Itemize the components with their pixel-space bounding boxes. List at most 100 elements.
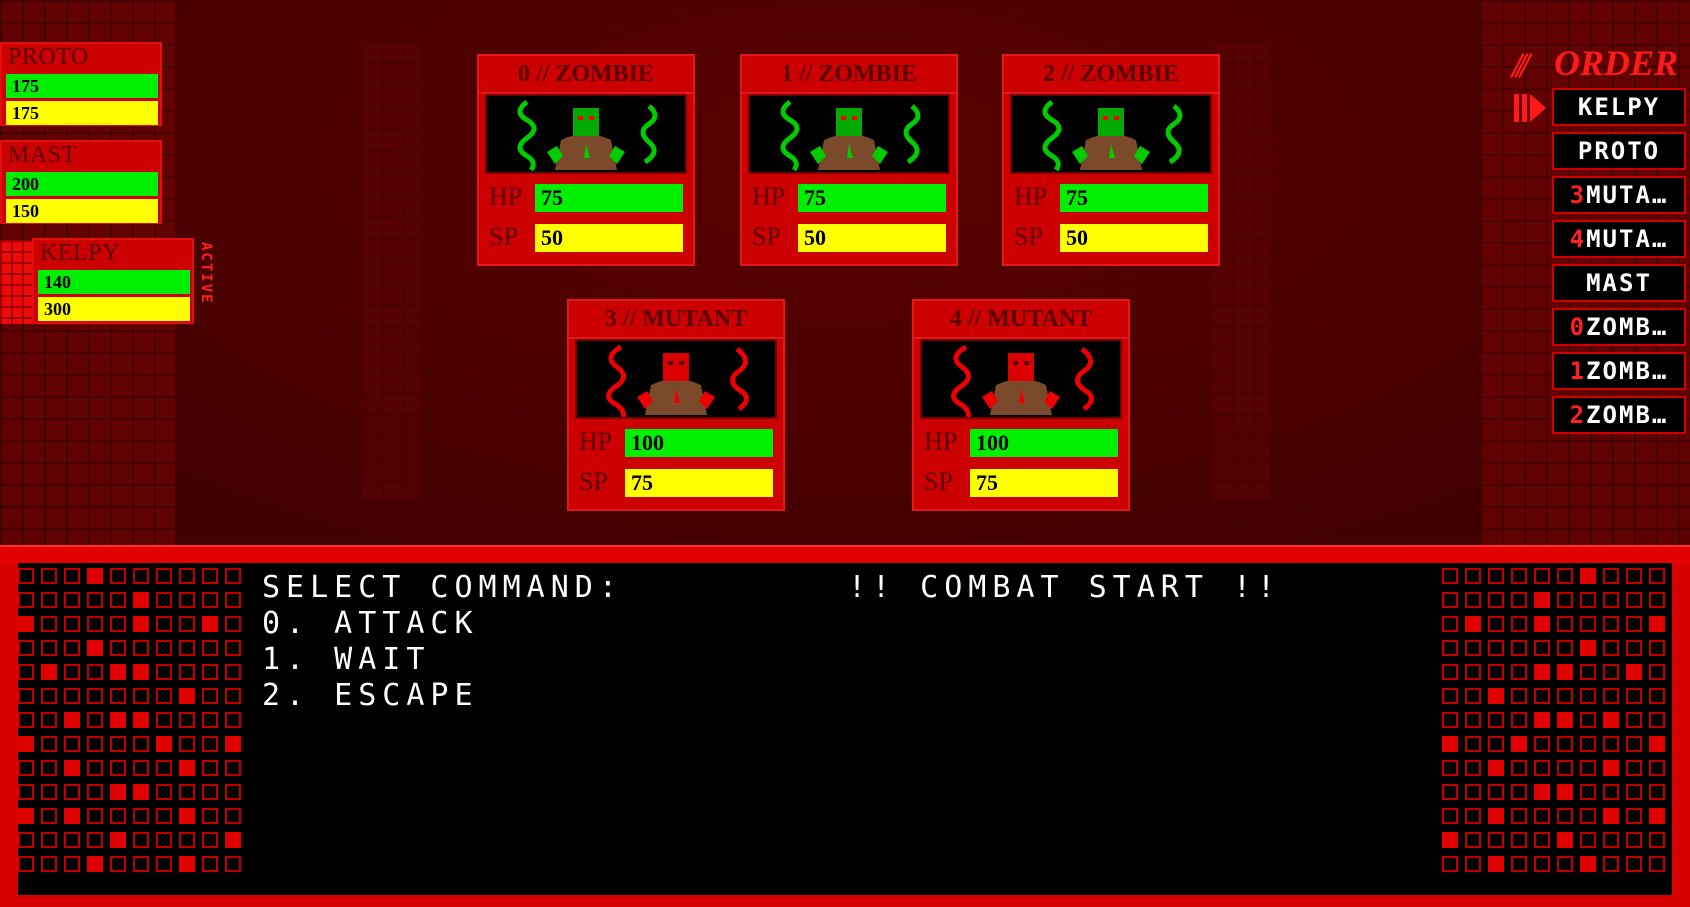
console-tile bbox=[1649, 808, 1665, 824]
console-tile bbox=[179, 616, 195, 632]
console-tile bbox=[1511, 784, 1527, 800]
console-tile bbox=[1649, 688, 1665, 704]
party-member-kelpy: KELPY 140 300 bbox=[32, 238, 194, 324]
console-tile bbox=[1488, 808, 1504, 824]
zombie-sprite-icon bbox=[517, 99, 658, 172]
console-tile bbox=[110, 664, 126, 680]
console-tile bbox=[1465, 616, 1481, 632]
console-tile bbox=[87, 856, 103, 872]
console-tile bbox=[87, 832, 103, 848]
console-tile bbox=[1442, 640, 1458, 656]
console-tile bbox=[1534, 616, 1550, 632]
enemy-card-4[interactable]: 4 // MUTANT HP 100 SP 75 bbox=[912, 299, 1130, 511]
combat-message: !! COMBAT START !! bbox=[848, 570, 1282, 605]
console-tile bbox=[1557, 664, 1573, 680]
console-tile bbox=[87, 592, 103, 608]
enemy-title: 0 // ZOMBIE bbox=[479, 56, 693, 94]
console-tile bbox=[41, 688, 57, 704]
console-tile bbox=[1603, 712, 1619, 728]
console-tile bbox=[1488, 784, 1504, 800]
console-tile bbox=[1511, 856, 1527, 872]
console-tile bbox=[1511, 688, 1527, 704]
command-option-attack[interactable]: 0. ATTACK bbox=[262, 606, 479, 641]
console-tile bbox=[1534, 592, 1550, 608]
enemy-hp-bar: 75 bbox=[798, 184, 946, 212]
console-tile bbox=[1534, 568, 1550, 584]
console-top-edge bbox=[0, 545, 1690, 565]
console-tile bbox=[1603, 664, 1619, 680]
console-tile bbox=[87, 760, 103, 776]
enemy-card-0[interactable]: 0 // ZOMBIE HP 75 SP 50 bbox=[477, 54, 695, 266]
console-tile bbox=[64, 688, 80, 704]
console-tile bbox=[18, 640, 34, 656]
console-tile bbox=[41, 568, 57, 584]
enemy-title: 3 // MUTANT bbox=[569, 301, 783, 339]
console-tile bbox=[110, 568, 126, 584]
console-tile bbox=[1442, 616, 1458, 632]
zombie-sprite-icon bbox=[1042, 99, 1183, 172]
console-tile bbox=[179, 640, 195, 656]
console-tile bbox=[156, 736, 172, 752]
sp-label: SP bbox=[924, 467, 953, 496]
console-tile bbox=[133, 712, 149, 728]
enemy-sp-bar: 75 bbox=[625, 469, 773, 497]
console-tile bbox=[110, 616, 126, 632]
console-tile bbox=[1511, 736, 1527, 752]
console-tile bbox=[156, 688, 172, 704]
console-tile bbox=[1465, 856, 1481, 872]
console-tile bbox=[1557, 640, 1573, 656]
hp-label: HP bbox=[579, 427, 613, 456]
console-tile bbox=[1557, 784, 1573, 800]
order-item-zombie-0: 0ZOMB… bbox=[1552, 308, 1686, 346]
enemy-sp-bar: 50 bbox=[798, 224, 946, 252]
console-tile bbox=[64, 736, 80, 752]
console-tile bbox=[1649, 592, 1665, 608]
command-option-wait[interactable]: 1. WAIT bbox=[262, 642, 430, 677]
enemy-card-3[interactable]: 3 // MUTANT HP 100 SP 75 bbox=[567, 299, 785, 511]
console-tile bbox=[1534, 664, 1550, 680]
console-tile bbox=[64, 568, 80, 584]
console-tile bbox=[41, 640, 57, 656]
console-tile bbox=[110, 736, 126, 752]
console-tile bbox=[179, 808, 195, 824]
console-tile bbox=[1557, 736, 1573, 752]
enemy-card-1[interactable]: 1 // ZOMBIE HP 75 SP 50 bbox=[740, 54, 958, 266]
console-tile bbox=[1442, 712, 1458, 728]
console-tile bbox=[1603, 856, 1619, 872]
console-tile bbox=[1442, 664, 1458, 680]
command-option-escape[interactable]: 2. ESCAPE bbox=[262, 678, 479, 713]
console-tile bbox=[1580, 712, 1596, 728]
enemy-title: 4 // MUTANT bbox=[914, 301, 1128, 339]
console-tile bbox=[1465, 688, 1481, 704]
console-tile bbox=[1488, 616, 1504, 632]
console-tile bbox=[1626, 616, 1642, 632]
console-tile bbox=[1626, 712, 1642, 728]
console-tile bbox=[1488, 832, 1504, 848]
console-tile bbox=[202, 736, 218, 752]
console-tile bbox=[225, 832, 241, 848]
console-tile bbox=[110, 640, 126, 656]
console-tile bbox=[1626, 760, 1642, 776]
enemy-card-2[interactable]: 2 // ZOMBIE HP 75 SP 50 bbox=[1002, 54, 1220, 266]
console-tile bbox=[1511, 568, 1527, 584]
enemy-title: 2 // ZOMBIE bbox=[1004, 56, 1218, 94]
console-tile bbox=[41, 832, 57, 848]
order-index: 3 bbox=[1569, 181, 1587, 209]
console-tile bbox=[110, 712, 126, 728]
console-tile bbox=[1465, 568, 1481, 584]
console-tile bbox=[1534, 760, 1550, 776]
console-tile bbox=[225, 760, 241, 776]
console-tile bbox=[1465, 736, 1481, 752]
enemy-hp-bar: 100 bbox=[625, 429, 773, 457]
console-tile bbox=[87, 616, 103, 632]
sp-label: SP bbox=[489, 222, 518, 251]
console-tile bbox=[87, 640, 103, 656]
console-tile bbox=[64, 616, 80, 632]
console-tile bbox=[179, 592, 195, 608]
zombie-portrait bbox=[485, 94, 687, 174]
console-tile bbox=[133, 808, 149, 824]
console-tile bbox=[1534, 688, 1550, 704]
order-item-proto: PROTO bbox=[1552, 132, 1686, 170]
console-tile bbox=[202, 856, 218, 872]
console-tile bbox=[1649, 784, 1665, 800]
